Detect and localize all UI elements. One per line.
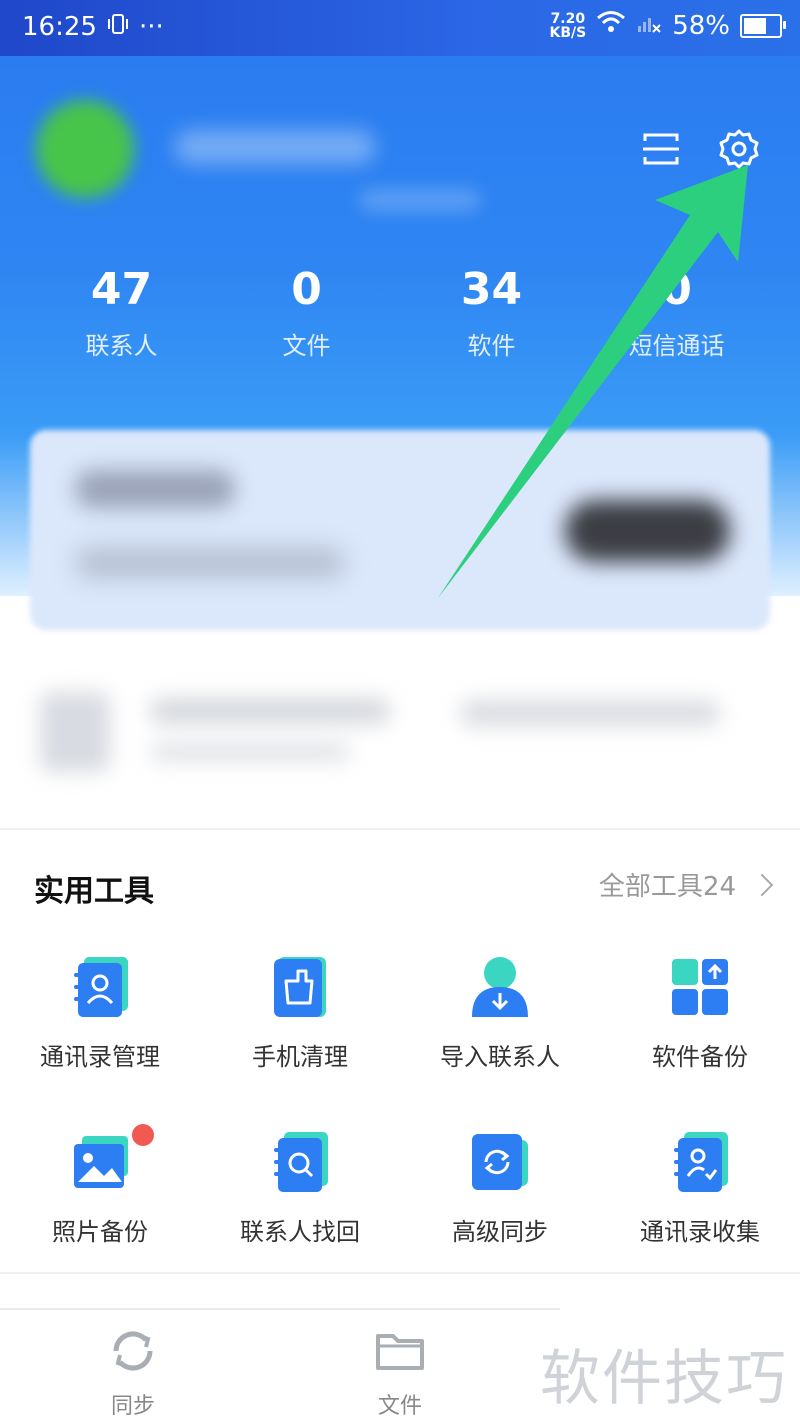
tools-grid: 通讯录管理 手机清理 导入联系人 软件备份 照片备份 联系人找回 高级同步 通讯… <box>0 955 800 1247</box>
username-blurred <box>175 130 375 164</box>
tool-app-backup[interactable]: 软件备份 <box>600 955 800 1072</box>
bottom-nav: 同步 文件 <box>0 1308 560 1424</box>
tools-title: 实用工具 <box>34 874 154 909</box>
stats-row: 47 联系人 0 文件 34 软件 0 短信通话 <box>29 262 800 361</box>
sync-icon <box>63 1324 203 1382</box>
tool-contact-management[interactable]: 通讯录管理 <box>0 955 200 1072</box>
battery-icon <box>740 13 786 38</box>
scan-icon[interactable] <box>636 124 686 174</box>
contact-collect-icon <box>668 1130 732 1194</box>
phone-clean-icon <box>268 955 332 1019</box>
contact-book-icon <box>68 955 132 1019</box>
chevron-right-icon <box>750 873 774 896</box>
stat-sms-calls[interactable]: 0 短信通话 <box>584 262 769 361</box>
advanced-sync-icon <box>468 1130 532 1194</box>
watermark: 软件技巧 <box>540 1344 788 1414</box>
tool-photo-backup[interactable]: 照片备份 <box>0 1124 200 1247</box>
tool-phone-clean[interactable]: 手机清理 <box>200 955 400 1072</box>
app-backup-icon <box>668 955 732 1019</box>
account-info-blurred <box>360 190 480 210</box>
promo-card-blurred[interactable] <box>30 430 770 630</box>
wifi-icon <box>596 10 626 41</box>
all-tools-link[interactable]: 全部工具24 <box>598 866 774 903</box>
network-speed: 7.20 KB/S <box>549 10 587 41</box>
stat-files[interactable]: 0 文件 <box>214 262 399 361</box>
divider <box>0 1272 800 1274</box>
stat-contacts[interactable]: 47 联系人 <box>29 262 214 361</box>
import-contact-icon <box>468 955 532 1019</box>
status-more: ··· <box>138 12 164 42</box>
divider <box>0 828 800 830</box>
avatar[interactable] <box>36 100 134 198</box>
nav-files[interactable]: 文件 <box>330 1324 470 1420</box>
signal-icon <box>636 10 662 41</box>
info-row-blurred <box>40 672 760 782</box>
vibrate-icon <box>107 12 129 42</box>
all-tools-label: 全部工具24 <box>598 872 736 902</box>
nav-sync[interactable]: 同步 <box>63 1324 203 1420</box>
status-bar: 16:25 ··· 7.20 KB/S 58% <box>0 0 800 56</box>
battery-percent: 58% <box>672 10 730 41</box>
tool-contact-collect[interactable]: 通讯录收集 <box>600 1130 800 1247</box>
tool-advanced-sync[interactable]: 高级同步 <box>400 1130 600 1247</box>
folder-icon <box>330 1324 470 1382</box>
settings-icon[interactable] <box>714 124 764 174</box>
contact-recover-icon <box>268 1130 332 1194</box>
notification-badge <box>132 1124 154 1146</box>
status-time: 16:25 <box>22 12 97 42</box>
stat-apps[interactable]: 34 软件 <box>399 262 584 361</box>
nav-sync-label: 同步 <box>110 1394 155 1419</box>
nav-files-label: 文件 <box>377 1394 422 1419</box>
photo-backup-icon <box>68 1130 132 1194</box>
tool-contact-recover[interactable]: 联系人找回 <box>200 1130 400 1247</box>
tool-import-contacts[interactable]: 导入联系人 <box>400 955 600 1072</box>
